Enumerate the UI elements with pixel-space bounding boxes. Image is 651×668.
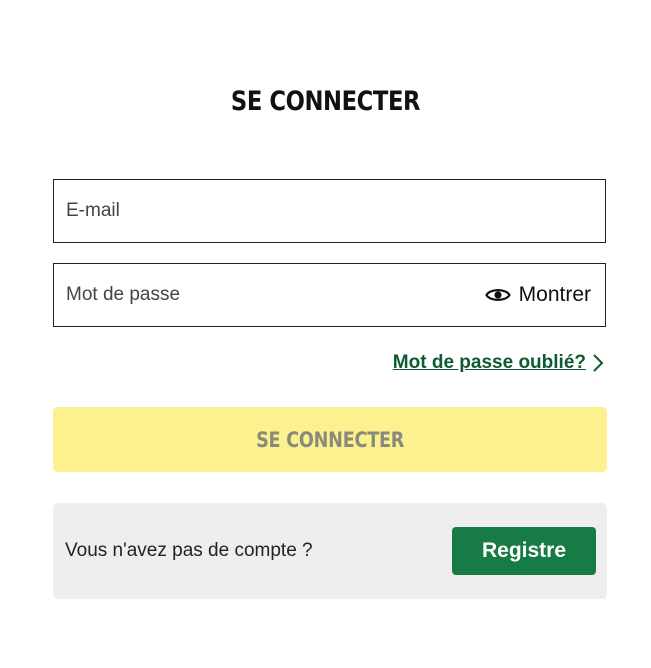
password-field[interactable] (66, 264, 446, 326)
signup-prompt: Vous n'avez pas de compte ? (65, 540, 313, 561)
login-button-label: SE CONNECTER (255, 427, 404, 452)
show-password-toggle[interactable]: Montrer (484, 264, 591, 326)
show-password-label: Montrer (518, 283, 591, 306)
page-title: SE CONNECTER (230, 86, 421, 117)
login-button[interactable]: SE CONNECTER (53, 407, 607, 472)
email-field[interactable] (66, 180, 596, 242)
email-field-container (53, 179, 606, 243)
chevron-right-icon (592, 353, 606, 373)
eye-icon (484, 282, 511, 308)
forgot-password-link[interactable]: Mot de passe oublié? (393, 352, 606, 374)
password-field-container: Montrer (53, 263, 606, 327)
signup-panel: Vous n'avez pas de compte ? Registre (53, 503, 607, 599)
register-button[interactable]: Registre (452, 527, 596, 575)
forgot-password-label: Mot de passe oublié? (392, 352, 586, 373)
